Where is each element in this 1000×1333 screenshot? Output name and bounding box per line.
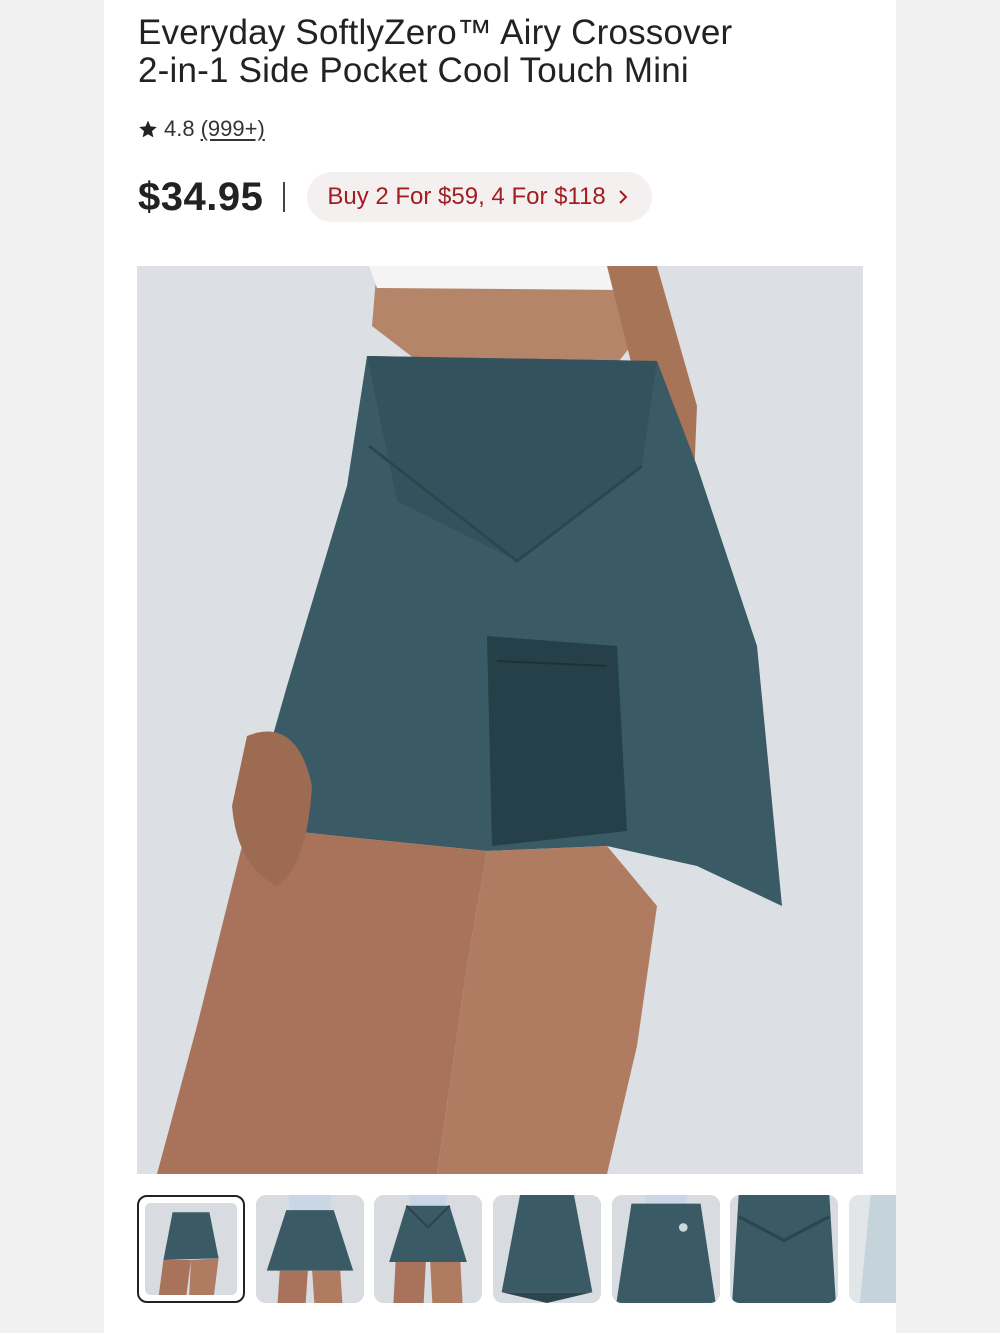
- thumbnail-5[interactable]: [612, 1195, 720, 1303]
- promo-button[interactable]: Buy 2 For $59, 4 For $118: [307, 172, 652, 222]
- thumbnail-4[interactable]: [493, 1195, 601, 1303]
- product-title: Everyday SoftlyZero™ Airy Crossover 2-in…: [138, 13, 733, 90]
- thumbnail-1[interactable]: [137, 1195, 245, 1303]
- thumbnail-2[interactable]: [256, 1195, 364, 1303]
- thumbnail-6[interactable]: [730, 1195, 838, 1303]
- price-divider: [283, 182, 286, 212]
- thumbnail-3[interactable]: [374, 1195, 482, 1303]
- thumbnail-strip: [137, 1195, 896, 1305]
- product-hero-image[interactable]: [137, 266, 863, 1174]
- thumbnail-7[interactable]: [849, 1195, 896, 1303]
- rating-row: 4.8 (999+): [138, 114, 265, 144]
- star-icon: [139, 120, 157, 138]
- promo-label: Buy 2 For $59, 4 For $118: [327, 183, 606, 210]
- review-count-link[interactable]: (999+): [201, 116, 265, 142]
- price-row: $34.95 Buy 2 For $59, 4 For $118: [138, 170, 652, 224]
- rating-value: 4.8: [164, 116, 195, 141]
- product-price: $34.95: [138, 174, 264, 219]
- chevron-right-icon: [619, 190, 628, 204]
- product-page: Everyday SoftlyZero™ Airy Crossover 2-in…: [104, 0, 896, 1333]
